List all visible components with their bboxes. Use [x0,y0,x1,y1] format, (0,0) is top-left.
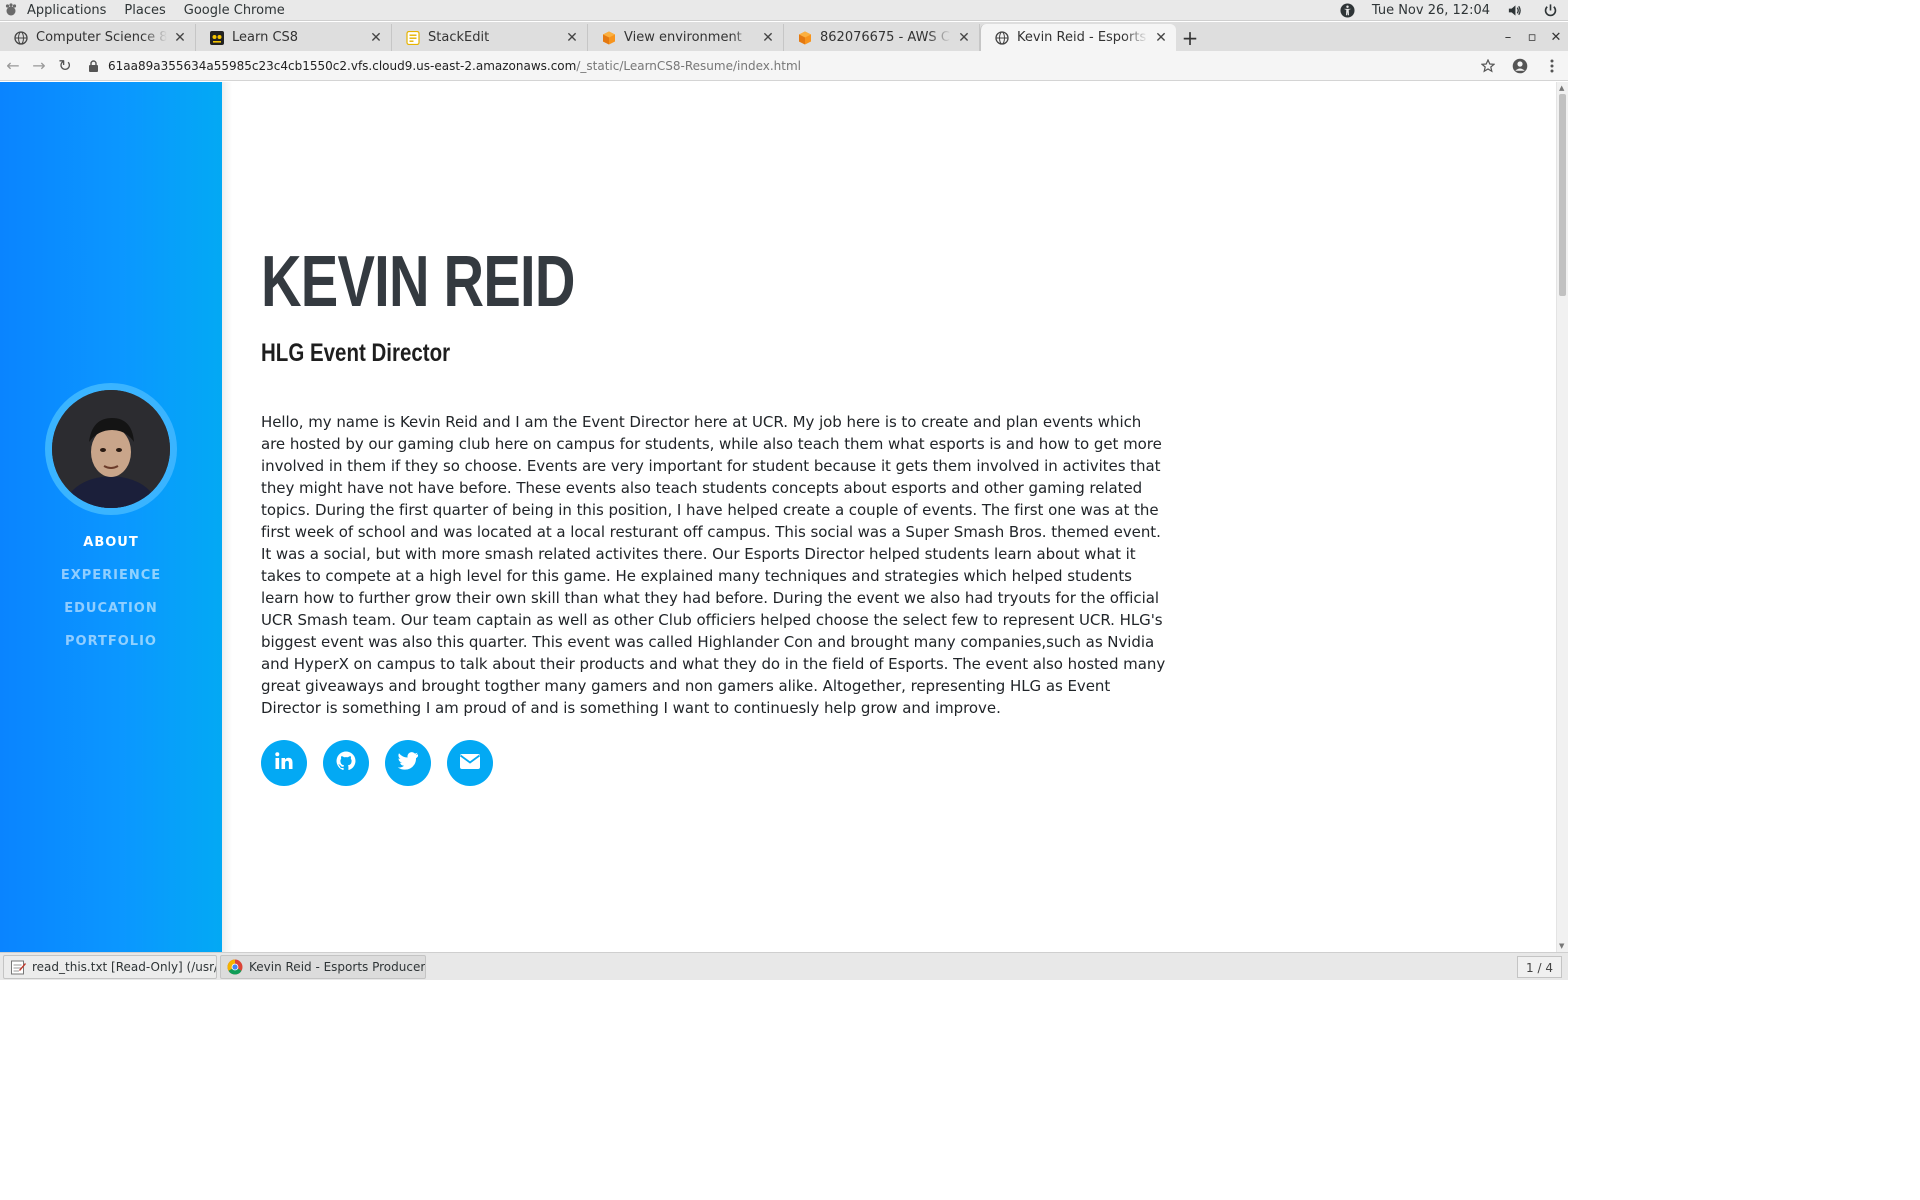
close-icon[interactable]: ✕ [565,31,579,45]
nav-portfolio[interactable]: PORTFOLIO [0,631,222,664]
section-nav: ABOUT EXPERIENCE EDUCATION PORTFOLIO [0,532,222,664]
taskbar-item-label: read_this.txt [Read-Only] (/usr/cssha... [32,959,216,974]
workspace-indicator[interactable]: 1 / 4 [1517,955,1562,978]
browser-toolbar: ← → ↻ 61aa89a355634a55985c23c4cb1550c2.v… [0,51,1568,81]
applications-icon [4,3,18,17]
window-controls: – ▫ ✕ [1496,24,1568,51]
scroll-down-icon[interactable]: ▼ [1559,942,1564,950]
tab-view-environment[interactable]: View environment ✕ [588,24,784,51]
clock[interactable]: Tue Nov 26, 12:04 [1372,3,1490,18]
close-window-icon[interactable]: ✕ [1544,30,1568,45]
tab-title: Computer Science 8 - Fall [36,30,167,45]
maximize-icon[interactable]: ▫ [1520,30,1544,45]
forward-button[interactable]: → [26,53,52,79]
page-scrollbar[interactable]: ▲ ▼ [1556,82,1568,952]
tab-title: StackEdit [428,30,490,45]
close-icon[interactable]: ✕ [1154,31,1168,45]
tab-computer-science-8[interactable]: Computer Science 8 - Fall ✕ [0,24,196,51]
taskbar-item-label: Kevin Reid - Esports Producer - Goo... [249,959,426,974]
tab-stackedit[interactable]: StackEdit ✕ [392,24,588,51]
url-host: 61aa89a355634a55985c23c4cb1550c2.vfs.clo… [108,58,577,73]
lock-icon[interactable] [88,59,102,72]
nav-experience[interactable]: EXPERIENCE [0,565,222,598]
avatar [45,383,177,515]
taskbar-item-chrome[interactable]: Kevin Reid - Esports Producer - Goo... [220,954,426,979]
nav-education[interactable]: EDUCATION [0,598,222,631]
close-icon[interactable]: ✕ [761,31,775,45]
social-links [261,740,493,786]
gnome-top-bar: Applications Places Google Chrome Tue No… [0,0,1568,21]
applications-menu[interactable]: Applications [18,0,115,21]
tab-aws-cloud9[interactable]: 862076675 - AWS Cloud9 ✕ [784,24,980,51]
stackedit-icon [406,30,420,45]
email-icon [459,753,481,774]
menu-dots-icon[interactable] [1536,59,1568,73]
close-icon[interactable]: ✕ [957,31,971,45]
nav-about[interactable]: ABOUT [0,532,222,565]
github-button[interactable] [323,740,369,786]
minimize-icon[interactable]: – [1496,30,1520,45]
globe-icon [995,30,1009,45]
page-viewport: ABOUT EXPERIENCE EDUCATION PORTFOLIO KEV… [0,82,1568,952]
taskbar-item-text-editor[interactable]: read_this.txt [Read-Only] (/usr/cssha... [3,954,217,979]
google-chrome-menu[interactable]: Google Chrome [175,0,294,21]
twitter-icon [397,751,419,775]
globe-icon [14,30,28,45]
email-button[interactable] [447,740,493,786]
learn-cs8-icon [210,30,224,45]
aws-cube-icon [798,31,812,45]
volume-icon[interactable] [1506,2,1522,18]
scrollbar-thumb[interactable] [1559,94,1566,296]
close-icon[interactable]: ✕ [369,31,383,45]
tab-title: Learn CS8 [232,30,299,45]
linkedin-button[interactable] [261,740,307,786]
taskbar: read_this.txt [Read-Only] (/usr/cssha...… [0,952,1568,980]
linkedin-icon [274,751,294,775]
twitter-button[interactable] [385,740,431,786]
tab-strip: Computer Science 8 - Fall ✕ Learn CS8 ✕ … [0,22,1568,51]
address-bar[interactable]: 61aa89a355634a55985c23c4cb1550c2.vfs.clo… [78,53,1472,79]
bookmark-star-icon[interactable] [1472,58,1504,73]
bio-paragraph: Hello, my name is Kevin Reid and I am th… [261,413,1166,717]
sidebar-shadow [222,82,232,952]
tab-learn-cs8[interactable]: Learn CS8 ✕ [196,24,392,51]
text-editor-icon [10,959,26,975]
accessibility-icon[interactable] [1340,2,1356,18]
new-tab-button[interactable]: + [1176,24,1204,51]
github-icon [335,750,357,776]
subtitle: HLG Event Director [261,339,451,367]
profile-icon[interactable] [1504,58,1536,74]
tab-title: View environment [624,30,742,45]
scroll-up-icon[interactable]: ▲ [1559,84,1564,92]
tab-title: Kevin Reid - Esports Producer [1017,30,1148,45]
page-title: KEVIN REID [261,242,575,322]
tab-kevin-reid[interactable]: Kevin Reid - Esports Producer ✕ [980,24,1176,51]
power-icon[interactable] [1542,2,1558,18]
sidebar: ABOUT EXPERIENCE EDUCATION PORTFOLIO [0,82,222,952]
tab-title: 862076675 - AWS Cloud9 [820,30,951,45]
chrome-icon [227,959,243,975]
url-path: /_static/LearnCS8-Resume/index.html [576,58,802,73]
aws-cube-icon [602,31,616,45]
back-button[interactable]: ← [0,53,26,79]
profile-photo [52,390,170,508]
places-menu[interactable]: Places [115,0,174,21]
close-icon[interactable]: ✕ [173,31,187,45]
reload-button[interactable]: ↻ [52,53,78,79]
